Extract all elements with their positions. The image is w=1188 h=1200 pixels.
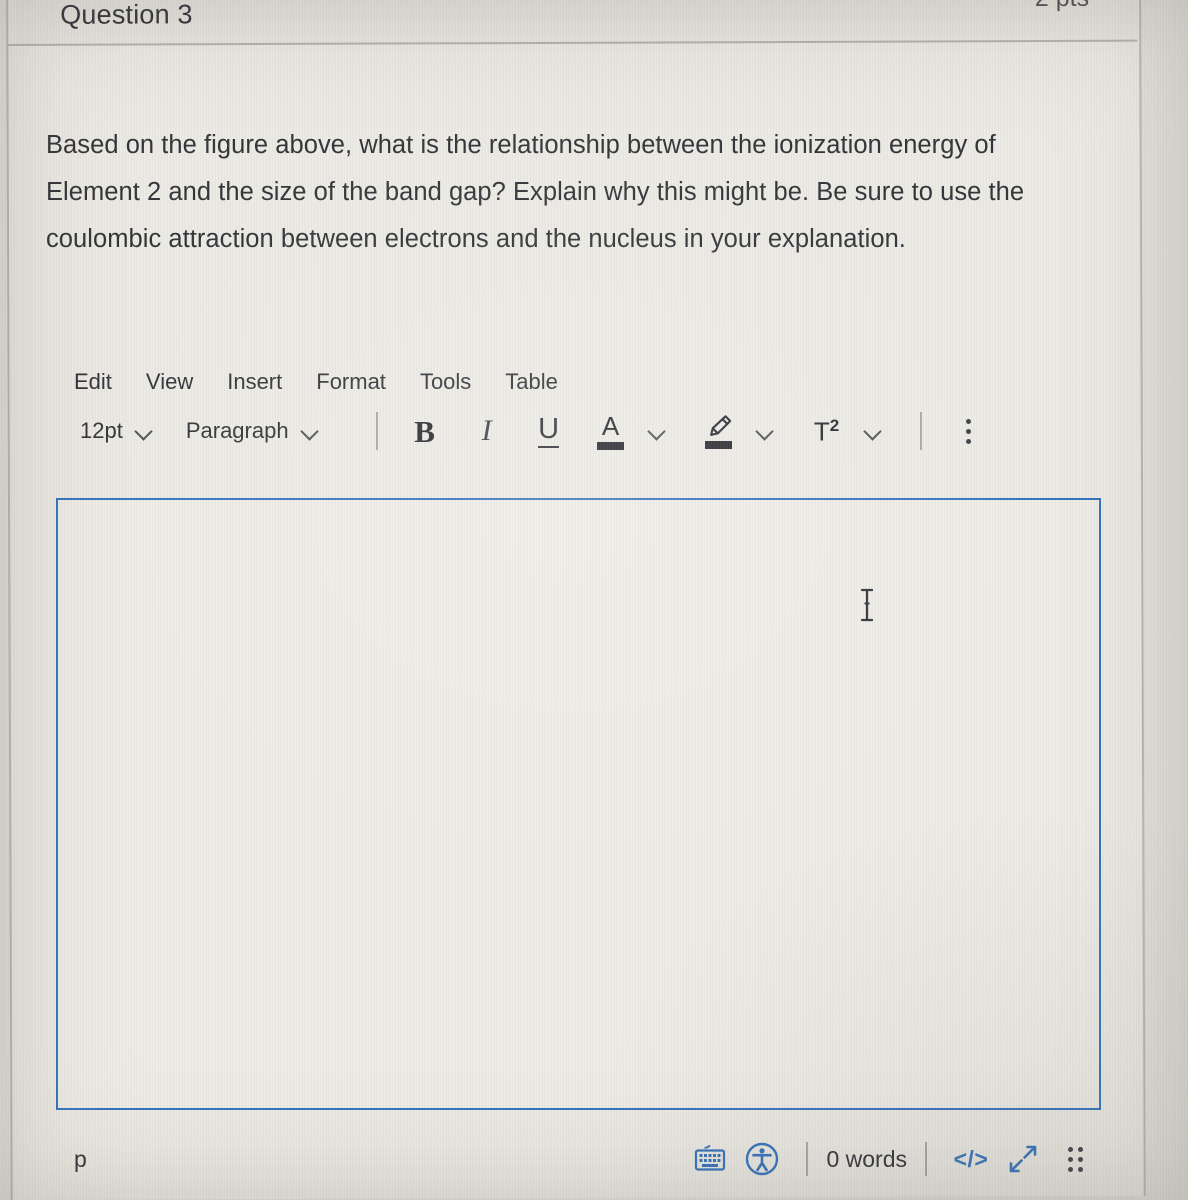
rich-content-editor: Edit View Insert Format Tools Table 12pt…	[56, 360, 1100, 458]
highlighter-pen-icon	[705, 414, 733, 449]
text-color-letter: A	[601, 410, 620, 441]
font-size-select[interactable]: 12pt	[80, 418, 152, 444]
question-body-text: Based on the figure above, what is the r…	[46, 122, 1096, 263]
fullscreen-expand-icon	[1009, 1145, 1037, 1173]
block-format-value: Paragraph	[185, 418, 289, 443]
question-prompt: Based on the figure above, what is the r…	[46, 131, 1025, 253]
status-divider	[925, 1142, 927, 1176]
chevron-down-icon	[301, 423, 318, 440]
menu-item-tools[interactable]: Tools	[420, 369, 471, 395]
editor-menubar: Edit View Insert Format Tools Table	[56, 360, 1100, 404]
accessibility-checker-icon	[746, 1142, 779, 1176]
html-editor-button[interactable]: </>	[945, 1136, 997, 1182]
word-count: 0 words	[826, 1145, 907, 1172]
text-cursor-ibeam	[859, 588, 875, 622]
resize-handle[interactable]	[1049, 1136, 1101, 1182]
grip-dot	[1077, 1166, 1083, 1172]
editor-text-area[interactable]	[56, 498, 1101, 1110]
question-header: Question 3 2 pts	[15, 0, 1138, 44]
toolbar-divider	[375, 412, 378, 450]
superscript-button[interactable]: T2	[804, 409, 850, 453]
question-title: Question 3	[60, 0, 193, 30]
superscript-dropdown[interactable]	[850, 409, 896, 453]
superscript-exponent: 2	[829, 416, 840, 436]
chevron-down-icon	[864, 423, 881, 440]
grip-dot	[1067, 1146, 1073, 1152]
question-points-badge: 2 pts	[1035, 0, 1089, 13]
more-options-button[interactable]	[946, 409, 992, 453]
text-color-icon: A	[597, 410, 625, 450]
chevron-down-icon	[756, 423, 773, 440]
element-path: p	[74, 1145, 87, 1172]
html-editor-icon: </>	[953, 1145, 989, 1172]
grip-dot	[1067, 1156, 1073, 1162]
toolbar-divider	[919, 412, 922, 450]
resize-grip-icon	[1067, 1146, 1083, 1172]
superscript-icon: T2	[814, 417, 839, 445]
highlight-color-swatch	[705, 440, 733, 449]
text-color-button[interactable]: A	[588, 409, 634, 453]
status-bar-actions: 0 words </>	[684, 1136, 1101, 1182]
highlight-color-button[interactable]	[696, 409, 742, 453]
menu-item-insert[interactable]: Insert	[227, 369, 282, 395]
bold-button[interactable]: B	[402, 409, 448, 453]
italic-icon: I	[481, 414, 492, 447]
chevron-down-icon	[648, 423, 665, 440]
bold-icon: B	[414, 413, 435, 449]
underline-button[interactable]: U	[526, 409, 572, 453]
font-size-value: 12pt	[80, 418, 123, 443]
kebab-menu-icon	[966, 418, 972, 444]
menu-item-table[interactable]: Table	[505, 369, 558, 395]
grip-dot	[1067, 1166, 1073, 1172]
underline-icon: U	[538, 414, 560, 448]
editor-status-bar: p 0 words </>	[56, 1132, 1101, 1186]
accessibility-checker-button[interactable]	[736, 1136, 788, 1182]
grip-dot	[1077, 1156, 1083, 1162]
kebab-dot	[966, 428, 972, 434]
menu-item-format[interactable]: Format	[316, 369, 386, 395]
chevron-down-icon	[135, 423, 152, 440]
keyboard-shortcuts-icon	[695, 1144, 726, 1171]
highlight-color-dropdown[interactable]	[742, 409, 788, 453]
menu-item-view[interactable]: View	[146, 369, 193, 395]
superscript-base: T	[813, 416, 830, 447]
block-format-select[interactable]: Paragraph	[186, 418, 318, 444]
text-color-dropdown[interactable]	[634, 409, 680, 453]
status-divider	[806, 1142, 809, 1176]
editor-toolbar: 12pt Paragraph B I U A T2	[56, 404, 1100, 458]
keyboard-shortcuts-button[interactable]	[684, 1136, 736, 1182]
text-color-swatch	[597, 441, 625, 450]
grip-dot	[1077, 1146, 1083, 1152]
kebab-dot	[966, 438, 972, 444]
fullscreen-button[interactable]	[997, 1136, 1049, 1182]
menu-item-edit[interactable]: Edit	[74, 369, 112, 395]
italic-button[interactable]: I	[464, 409, 510, 453]
kebab-dot	[966, 418, 972, 424]
